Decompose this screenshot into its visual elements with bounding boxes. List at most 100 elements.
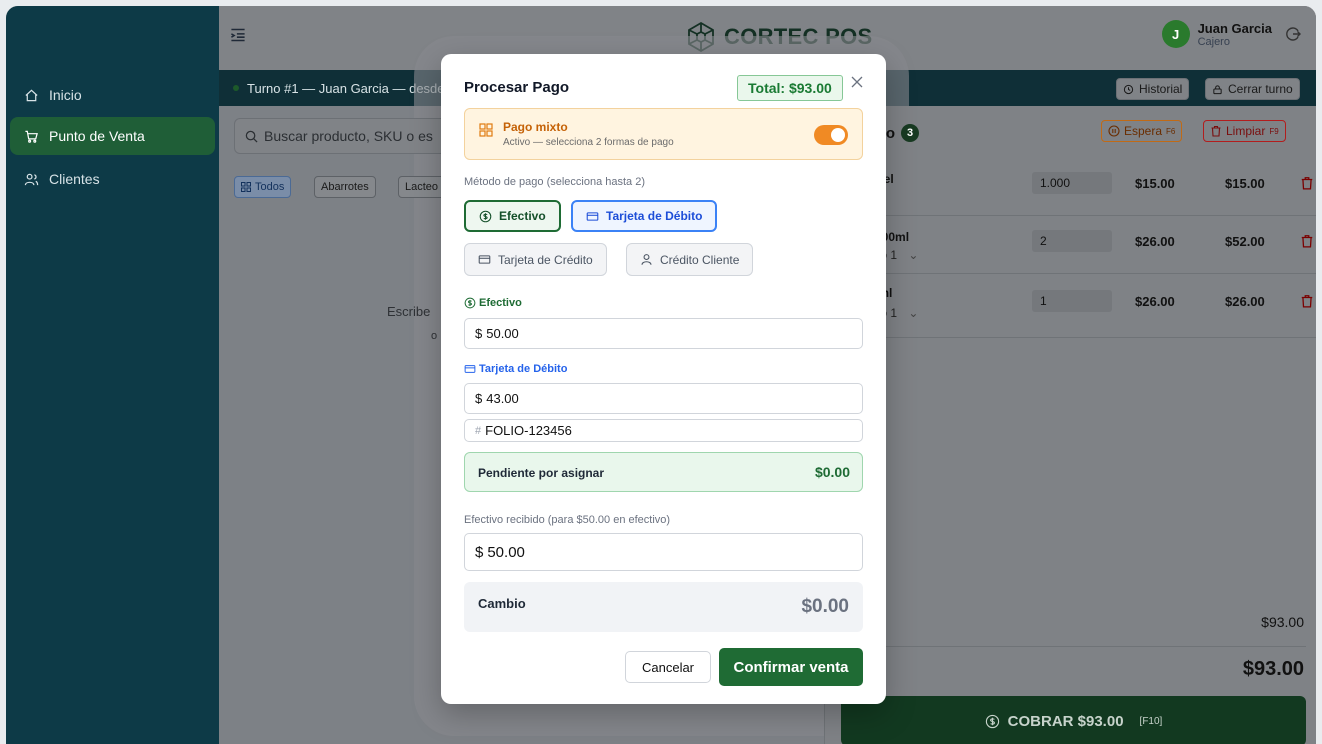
history-button[interactable]: Historial bbox=[1116, 78, 1190, 100]
user-menu[interactable]: J Juan Garcia Cajero bbox=[1161, 20, 1302, 48]
close-shift-button[interactable]: Cerrar turno bbox=[1205, 78, 1300, 100]
pending-panel: Pendiente por asignar $0.00 bbox=[464, 452, 863, 492]
credit-card-icon bbox=[478, 255, 491, 264]
search-placeholder: Buscar producto, SKU o es bbox=[264, 128, 433, 144]
cart-item-price: $26.00 bbox=[1135, 234, 1175, 249]
empty-state-text: Escribe bbox=[387, 304, 431, 319]
remove-item-icon[interactable] bbox=[1300, 234, 1314, 248]
debit-label: Tarjeta de Débito bbox=[479, 363, 568, 375]
method-credit-button[interactable]: Tarjeta de Crédito bbox=[464, 243, 607, 276]
chip-label: Abarrotes bbox=[321, 181, 369, 193]
cart-row[interactable]: 00ml ecio 1 ⌄ 1 $26.00 $26.00 bbox=[825, 280, 1316, 338]
sidebar-item-punto-de-venta[interactable]: Punto de Venta bbox=[10, 117, 215, 155]
hash-prefix: # bbox=[475, 424, 482, 437]
cart-item-qty[interactable]: 2 bbox=[1032, 230, 1112, 252]
sidebar-item-clientes[interactable]: Clientes bbox=[10, 160, 215, 198]
change-panel: Cambio $0.00 bbox=[464, 582, 863, 632]
trash-icon bbox=[1211, 125, 1221, 137]
mixed-payment-title: Pago mixto bbox=[503, 120, 568, 134]
search-icon bbox=[245, 130, 258, 143]
category-chip-lacteos[interactable]: Lacteo bbox=[398, 176, 446, 198]
mixed-payment-toggle[interactable] bbox=[814, 125, 848, 145]
debit-section-label: Tarjeta de Débito bbox=[464, 363, 567, 375]
cash-label: Efectivo bbox=[479, 297, 522, 309]
chevron-down-icon: ⌄ bbox=[908, 306, 919, 320]
dollar-circle-icon bbox=[479, 210, 492, 222]
sidebar-item-label: Clientes bbox=[49, 171, 100, 187]
cancel-button[interactable]: Cancelar bbox=[625, 651, 711, 683]
grid-icon bbox=[479, 123, 493, 137]
method-efectivo-button[interactable]: Efectivo bbox=[464, 200, 561, 232]
cart-row[interactable]: a 600ml ecio 1 ⌄ 2 $26.00 $52.00 bbox=[825, 216, 1316, 274]
menu-collapse-icon[interactable] bbox=[227, 24, 249, 46]
users-icon bbox=[24, 173, 39, 185]
debit-amount-input[interactable]: $ 43.00 bbox=[464, 383, 863, 414]
pending-label: Pendiente por asignar bbox=[478, 466, 605, 480]
charge-shortcut: [F10] bbox=[1139, 715, 1163, 727]
cart-item-total: $15.00 bbox=[1225, 176, 1265, 191]
chip-label: Todos bbox=[255, 181, 285, 193]
payment-method-label: Método de pago (selecciona hasta 2) bbox=[464, 176, 646, 188]
dollar-circle-icon bbox=[985, 714, 999, 728]
mixed-payment-panel: Pago mixto Activo — selecciona 2 formas … bbox=[464, 108, 863, 160]
modal-title: Procesar Pago bbox=[464, 79, 570, 96]
currency-prefix: $ bbox=[475, 326, 483, 341]
method-label: Tarjeta de Crédito bbox=[498, 252, 593, 267]
home-icon bbox=[25, 89, 38, 101]
charge-label: COBRAR $93.00 bbox=[1007, 712, 1124, 730]
close-icon[interactable] bbox=[849, 74, 865, 90]
credit-card-icon bbox=[586, 211, 599, 221]
empty-state-subtext: o bbox=[431, 330, 438, 342]
method-label: Crédito Cliente bbox=[660, 252, 740, 267]
currency-prefix: $ bbox=[475, 543, 484, 561]
history-icon bbox=[1123, 84, 1134, 94]
cart-item-price: $15.00 bbox=[1135, 176, 1175, 191]
cart-row[interactable]: ranel 1.000 $15.00 $15.00 bbox=[825, 158, 1316, 216]
user-name: Juan Garcia bbox=[1197, 20, 1272, 36]
grid-icon bbox=[241, 182, 251, 192]
hold-shortcut: F6 bbox=[1166, 126, 1176, 136]
cart-item-qty[interactable]: 1 bbox=[1032, 290, 1112, 312]
category-chip-todos[interactable]: Todos bbox=[234, 176, 292, 198]
credit-card-icon bbox=[464, 365, 476, 373]
pause-icon bbox=[1108, 125, 1120, 137]
clear-cart-button[interactable]: Limpiar F9 bbox=[1203, 120, 1286, 142]
sidebar-item-inicio[interactable]: Inicio bbox=[10, 76, 215, 114]
cash-amount-value: 50.00 bbox=[486, 326, 519, 341]
method-debit-button[interactable]: Tarjeta de Débito bbox=[571, 200, 718, 232]
user-icon bbox=[641, 254, 652, 265]
cart-item-price: $26.00 bbox=[1135, 294, 1175, 309]
change-label: Cambio bbox=[478, 596, 526, 611]
hold-button[interactable]: Espera F6 bbox=[1101, 120, 1183, 142]
remove-item-icon[interactable] bbox=[1300, 176, 1314, 190]
folio-input[interactable]: # FOLIO-123456 bbox=[464, 419, 863, 442]
method-customer-credit-button[interactable]: Crédito Cliente bbox=[626, 243, 754, 276]
chip-label: Lacteo bbox=[405, 181, 439, 193]
logout-icon[interactable] bbox=[1284, 25, 1302, 43]
cart-item-qty[interactable]: 1.000 bbox=[1032, 172, 1112, 194]
folio-value: FOLIO-123456 bbox=[485, 423, 572, 438]
cash-received-label: Efectivo recibido (para $50.00 en efecti… bbox=[464, 514, 671, 526]
remove-item-icon[interactable] bbox=[1300, 294, 1314, 308]
pending-value: $0.00 bbox=[814, 464, 850, 480]
confirm-sale-button[interactable]: Confirmar venta bbox=[719, 648, 863, 686]
history-label: Historial bbox=[1139, 82, 1183, 96]
charge-button[interactable]: COBRAR $93.00 [F10] bbox=[841, 696, 1306, 744]
avatar: J bbox=[1161, 20, 1190, 48]
total-value: $93.00 bbox=[1242, 658, 1304, 680]
currency-prefix: $ bbox=[475, 391, 483, 406]
change-value: $0.00 bbox=[801, 596, 849, 617]
clear-label: Limpiar bbox=[1226, 124, 1266, 138]
subtotal-value: $93.00 bbox=[1261, 614, 1304, 630]
method-label: Efectivo bbox=[499, 209, 546, 223]
chevron-down-icon: ⌄ bbox=[908, 248, 919, 262]
cart-count-badge: 3 bbox=[901, 124, 919, 142]
hold-label: Espera bbox=[1124, 124, 1163, 138]
dollar-circle-icon bbox=[464, 297, 476, 309]
modal-total-badge: Total: $93.00 bbox=[737, 75, 843, 101]
category-chip-abarrotes[interactable]: Abarrotes bbox=[314, 176, 376, 198]
cash-amount-input[interactable]: $ 50.00 bbox=[464, 318, 863, 349]
close-shift-label: Cerrar turno bbox=[1228, 82, 1293, 96]
clear-shortcut: F9 bbox=[1269, 126, 1279, 136]
cash-received-input[interactable]: $ 50.00 bbox=[464, 533, 863, 571]
